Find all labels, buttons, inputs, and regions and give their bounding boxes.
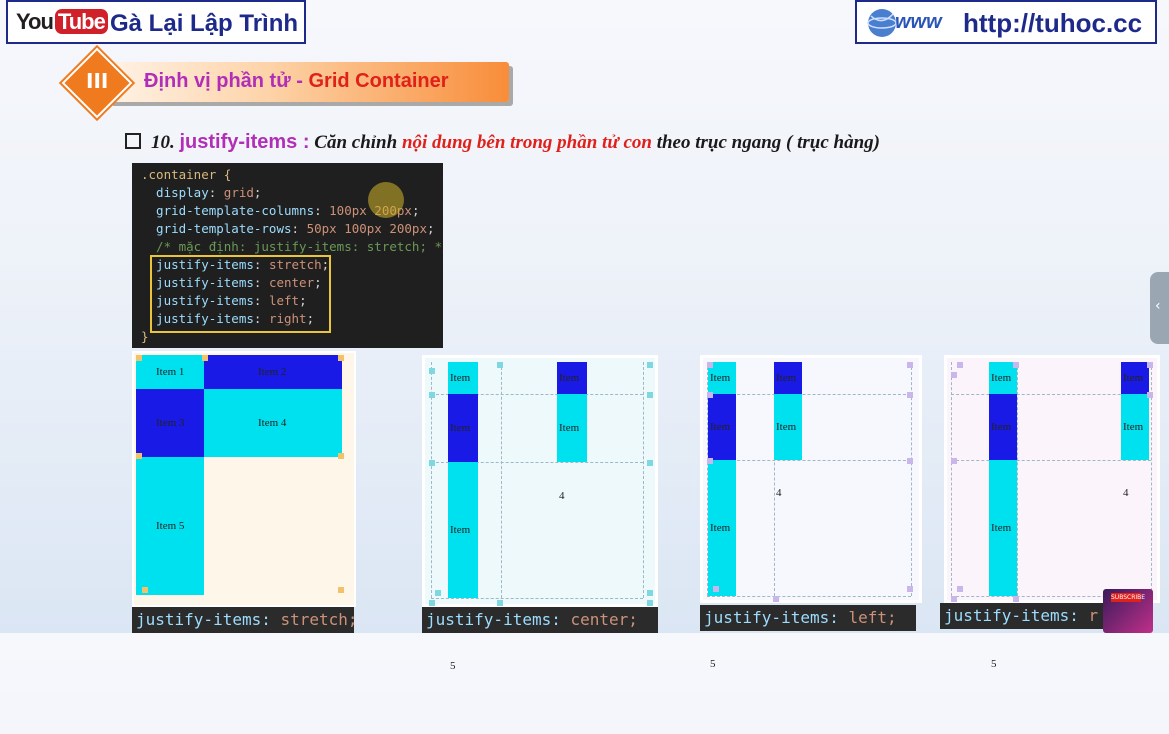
youtube-logo: You Tube xyxy=(16,9,108,35)
grid-marker xyxy=(907,458,913,464)
property-name: justify-items : xyxy=(179,131,310,153)
grid-item: Item 3 xyxy=(448,394,478,502)
grid-item: Item 3 xyxy=(136,389,204,457)
code-line: grid-template-rows: 50px 100px 200px; xyxy=(141,221,435,236)
demo-left: Item 1 Item 2 Item 3 Item 4 Item 5 xyxy=(700,355,922,670)
grid-marker xyxy=(647,362,653,368)
grid-line xyxy=(951,362,952,596)
grid-marker xyxy=(773,596,779,602)
grid-item: Item 4 xyxy=(774,394,802,499)
grid-item: Item 2 xyxy=(557,362,587,416)
grid-item: Item 1 xyxy=(448,362,478,416)
code-line: display: grid; xyxy=(141,185,262,200)
section-number: III xyxy=(86,69,109,93)
grid-line xyxy=(707,596,911,597)
grid-item: Item 4 xyxy=(1121,394,1149,499)
grid-line xyxy=(707,460,911,461)
grid-item: Item 2 xyxy=(204,355,342,389)
grid-marker xyxy=(647,600,653,606)
grid-item: Item 4 xyxy=(557,394,587,502)
grid-marker xyxy=(713,586,719,592)
section-banner: III Định vị phần tử - Grid Container xyxy=(61,47,516,119)
side-panel-toggle[interactable]: ‹ xyxy=(1150,272,1169,344)
grid-item: Item 3 xyxy=(989,394,1017,499)
caption-right: justify-items: r xyxy=(940,603,1106,629)
grid-marker xyxy=(907,362,913,368)
grid-marker xyxy=(951,596,957,602)
grid-marker xyxy=(497,600,503,606)
grid-line xyxy=(951,460,1151,461)
grid-marker xyxy=(338,453,344,459)
site-box: www http://tuhoc.cc xyxy=(855,0,1157,44)
grid-line xyxy=(1017,362,1018,596)
grid-marker xyxy=(647,392,653,398)
grid-marker xyxy=(951,458,957,464)
channel-brand-box: You Tube Gà Lại Lập Trình xyxy=(6,0,306,44)
section-title: Định vị phần tử - Grid Container xyxy=(144,70,449,92)
grid-marker xyxy=(647,460,653,466)
grid-marker xyxy=(142,587,148,593)
grid-marker xyxy=(647,590,653,596)
caption-center: justify-items: center; xyxy=(422,607,658,633)
grid-marker xyxy=(1013,362,1019,368)
caption-left: justify-items: left; xyxy=(700,605,916,631)
demo-stretch: Item 1 Item 2 Item 3 Item 4 Item 5 xyxy=(132,351,356,607)
grid-marker xyxy=(707,392,713,398)
grid-line xyxy=(707,394,911,395)
channel-name: Gà Lại Lập Trình xyxy=(110,10,299,37)
grid-marker xyxy=(338,355,344,361)
grid-item: Item 5 xyxy=(708,460,736,670)
grid-marker xyxy=(951,372,957,378)
grid-marker xyxy=(1147,362,1153,368)
grid-item: Item 3 xyxy=(708,394,736,499)
grid-marker xyxy=(1147,392,1153,398)
code-line: .container { xyxy=(141,167,232,182)
grid-marker xyxy=(429,460,435,466)
chevron-left-icon: ‹ xyxy=(1155,298,1161,314)
grid-marker xyxy=(136,453,142,459)
grid-marker xyxy=(957,362,963,368)
grid-line xyxy=(643,362,644,598)
checkbox-bullet-icon xyxy=(125,133,141,149)
css-code-block: .container { display: grid; grid-templat… xyxy=(132,163,443,348)
grid-item: Item 4 xyxy=(204,389,342,457)
grid-marker xyxy=(429,600,435,606)
cursor-highlight xyxy=(368,182,404,218)
bullet-heading: 10. justify-items : Căn chỉnh nội dung b… xyxy=(125,131,880,154)
grid-line xyxy=(501,362,502,598)
grid-line xyxy=(431,598,643,599)
grid-marker xyxy=(202,355,208,361)
subscribe-badge: SUBSCRIBE xyxy=(1111,593,1146,602)
demo-center: Item 1 Item 2 Item 3 Item 4 Item 5 xyxy=(422,355,658,672)
grid-marker xyxy=(435,590,441,596)
code-line: } xyxy=(141,329,149,344)
svg-text:www: www xyxy=(895,11,943,33)
site-url: http://tuhoc.cc xyxy=(963,8,1143,38)
caption-stretch: justify-items: stretch; xyxy=(132,607,358,633)
grid-marker xyxy=(707,458,713,464)
grid-marker xyxy=(338,587,344,593)
grid-item: Item 5 xyxy=(989,460,1017,670)
channel-avatar[interactable]: SUBSCRIBE xyxy=(1103,589,1153,633)
grid-item: Item 1 xyxy=(136,355,204,389)
highlight-box xyxy=(150,255,331,333)
grid-item: Item 5 xyxy=(448,462,478,672)
grid-marker xyxy=(429,392,435,398)
grid-marker xyxy=(1013,596,1019,602)
grid-item: Item 5 xyxy=(136,457,204,595)
grid-marker xyxy=(136,355,142,361)
grid-marker xyxy=(707,362,713,368)
grid-marker xyxy=(957,586,963,592)
globe-icon: www xyxy=(867,9,943,37)
grid-item: Item 2 xyxy=(1121,362,1149,416)
demo-right: Item 1 Item 2 Item 3 Item 4 Item 5 xyxy=(944,355,1160,670)
grid-marker xyxy=(429,368,435,374)
grid-marker xyxy=(907,392,913,398)
grid-item: Item 2 xyxy=(774,362,802,416)
code-comment: /* mặc định: justify-items: stretch; */ xyxy=(141,239,443,254)
grid-marker xyxy=(497,362,503,368)
grid-marker xyxy=(907,586,913,592)
